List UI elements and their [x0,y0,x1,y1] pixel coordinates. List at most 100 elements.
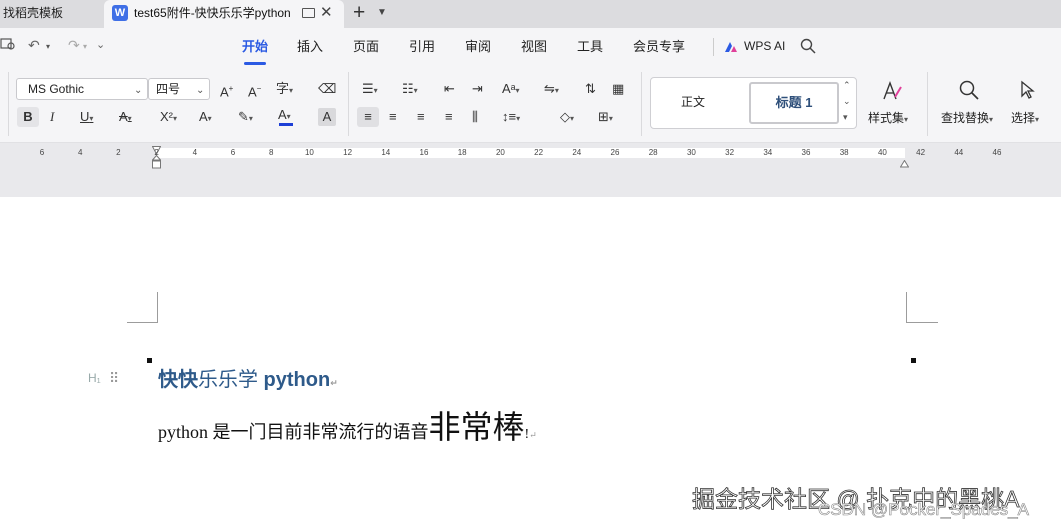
document-body-paragraph[interactable]: python 是一门目前非常流行的语音非常棒!↵ [158,408,537,454]
ruler-tick-label: 34 [763,148,773,157]
find-replace-icon[interactable] [958,79,980,106]
align-left-button[interactable]: ≡ [357,107,379,127]
style-set-icon[interactable] [881,80,903,107]
select-cursor-icon[interactable] [1018,80,1038,105]
font-family-select[interactable]: MS Gothic ⌄ [16,78,148,100]
tab-active-document[interactable]: W test65附件-快快乐乐学python ✕ [104,0,344,28]
document-tab-title: test65附件-快快乐乐学python [134,6,291,20]
heading-segment-3: python [258,369,331,391]
ruler-tick-label: 12 [343,148,353,157]
ruler-tick-label: 22 [534,148,544,157]
watermark-csdn: CSDN @Pocker_Spades_A [818,500,1030,520]
styles-gallery: 正文 标题 1 [650,77,857,129]
tab-view[interactable]: 视图 [521,39,547,55]
ruler-tick-label: 6 [230,148,236,157]
heading-segment-1: 快快 [158,369,198,391]
new-tab-button[interactable]: + [353,1,365,25]
style-set-button[interactable]: 样式集▾ [868,109,908,126]
style-normal[interactable]: 正文 [681,93,705,110]
search-icon[interactable] [800,38,816,59]
right-indent-marker[interactable] [899,155,910,168]
tab-insert[interactable]: 插入 [297,39,323,55]
separator [713,38,714,56]
ruler-tick-label: 42 [916,148,926,157]
paragraph-mark: ↵ [529,430,537,440]
ruler-tick-label: 28 [648,148,658,157]
italic-button[interactable]: I [50,108,54,126]
style-heading-1[interactable]: 标题 1 [749,82,839,124]
paragraph-mark: ↵ [330,378,338,388]
ruler-tick-label: 36 [801,148,811,157]
styles-expand-icon[interactable]: ▾ [843,112,848,123]
chevron-down-icon[interactable]: ▼ [377,7,387,18]
character-spacing-icon[interactable]: Aᵃ▾ [502,80,520,100]
ribbon-tab-row: ↶ ▾ ↷ ▾ ⌄ 开始 插入 页面 引用 审阅 视图 工具 会员专享 WPS … [0,28,1061,66]
document-heading[interactable]: 快快乐乐学 python↵ [158,367,338,396]
separator [348,72,349,136]
styles-scroll-up-icon[interactable]: ⌃ [843,80,851,91]
quick-access-more-icon[interactable]: ⌄ [96,38,105,51]
tab-membership[interactable]: 会员专享 [633,39,685,55]
find-replace-label: 查找替换 [941,111,990,125]
clear-formatting-icon[interactable]: ⌫ [318,80,336,98]
frame-handle-left[interactable] [147,358,152,363]
distributed-align-button[interactable]: ⫼ [472,108,478,126]
tab-page[interactable]: 页面 [353,39,379,55]
sort-icon[interactable]: ⇅ [585,80,596,98]
redo-dropdown-icon[interactable]: ▾ [83,42,87,51]
tab-tools[interactable]: 工具 [577,39,603,55]
decrease-indent-icon[interactable]: ⇤ [444,80,455,98]
ruler-tick-label: 30 [686,148,696,157]
tab-references[interactable]: 引用 [409,39,435,55]
font-size-select[interactable]: 四号 ⌄ [148,78,210,100]
increase-indent-icon[interactable]: ⇥ [472,80,483,98]
ruler-tick-label: 18 [457,148,467,157]
superscript-button[interactable]: X²▾ [160,108,177,128]
monitor-icon[interactable] [302,8,315,18]
decrease-font-size-icon[interactable]: A− [248,80,261,101]
highlight-color-button[interactable]: ✎▾ [238,108,253,128]
undo-dropdown-icon[interactable]: ▾ [46,42,50,51]
redo-icon[interactable]: ↷ [68,37,80,54]
text-effect-button[interactable]: A▾ [199,108,212,128]
shading-button[interactable]: ◇▾ [560,108,574,128]
underline-button[interactable]: U▾ [80,108,93,128]
ruler-tick-label: 26 [610,148,620,157]
undo-icon[interactable]: ↶ [28,37,40,54]
font-color-swatch [279,123,293,126]
wps-ai-button[interactable]: WPS AI [744,39,785,53]
ruler-tick-label: 24 [572,148,582,157]
justify-button[interactable]: ≡ [445,108,453,126]
ruler-tick-label: 8 [268,148,274,157]
document-page[interactable] [0,197,1061,528]
table-borders-icon[interactable]: ▦ [612,80,624,98]
crop-mark-top-left [127,292,158,323]
wps-writer-icon: W [112,5,128,21]
character-shading-button[interactable]: A [318,108,336,126]
bold-button[interactable]: B [17,107,39,127]
styles-scroll-down-icon[interactable]: ⌄ [843,96,851,107]
ruler-tick-label: 2 [116,148,121,157]
numbered-list-icon[interactable]: ☷▾ [402,80,418,100]
phonetic-guide-icon[interactable]: 字▾ [276,80,293,100]
ruler-tick-label: 16 [419,148,429,157]
text-direction-icon[interactable]: ⇋▾ [544,80,559,100]
strikethrough-button[interactable]: A▾ [119,108,132,128]
align-center-button[interactable]: ≡ [389,108,397,126]
borders-button[interactable]: ⊞▾ [598,108,613,128]
align-right-button[interactable]: ≡ [417,108,425,126]
find-replace-button[interactable]: 查找替换▾ [941,109,993,126]
select-button[interactable]: 选择▾ [1011,109,1039,126]
tab-home[interactable]: 开始 [242,39,268,55]
bullet-list-icon[interactable]: ☰▾ [362,80,378,100]
tab-review[interactable]: 审阅 [465,39,491,55]
line-spacing-button[interactable]: ↕≡▾ [502,108,520,128]
increase-font-size-icon[interactable]: A+ [220,80,233,101]
separator [641,72,642,136]
ruler-tick-label: 46 [992,148,1002,157]
drag-handle-icon[interactable]: ⠿ [109,370,119,387]
tab-docer-templates[interactable]: 找稻壳模板 [0,0,103,28]
frame-handle-right[interactable] [911,358,916,363]
print-preview-icon[interactable] [0,36,16,55]
close-tab-icon[interactable]: ✕ [320,2,333,24]
